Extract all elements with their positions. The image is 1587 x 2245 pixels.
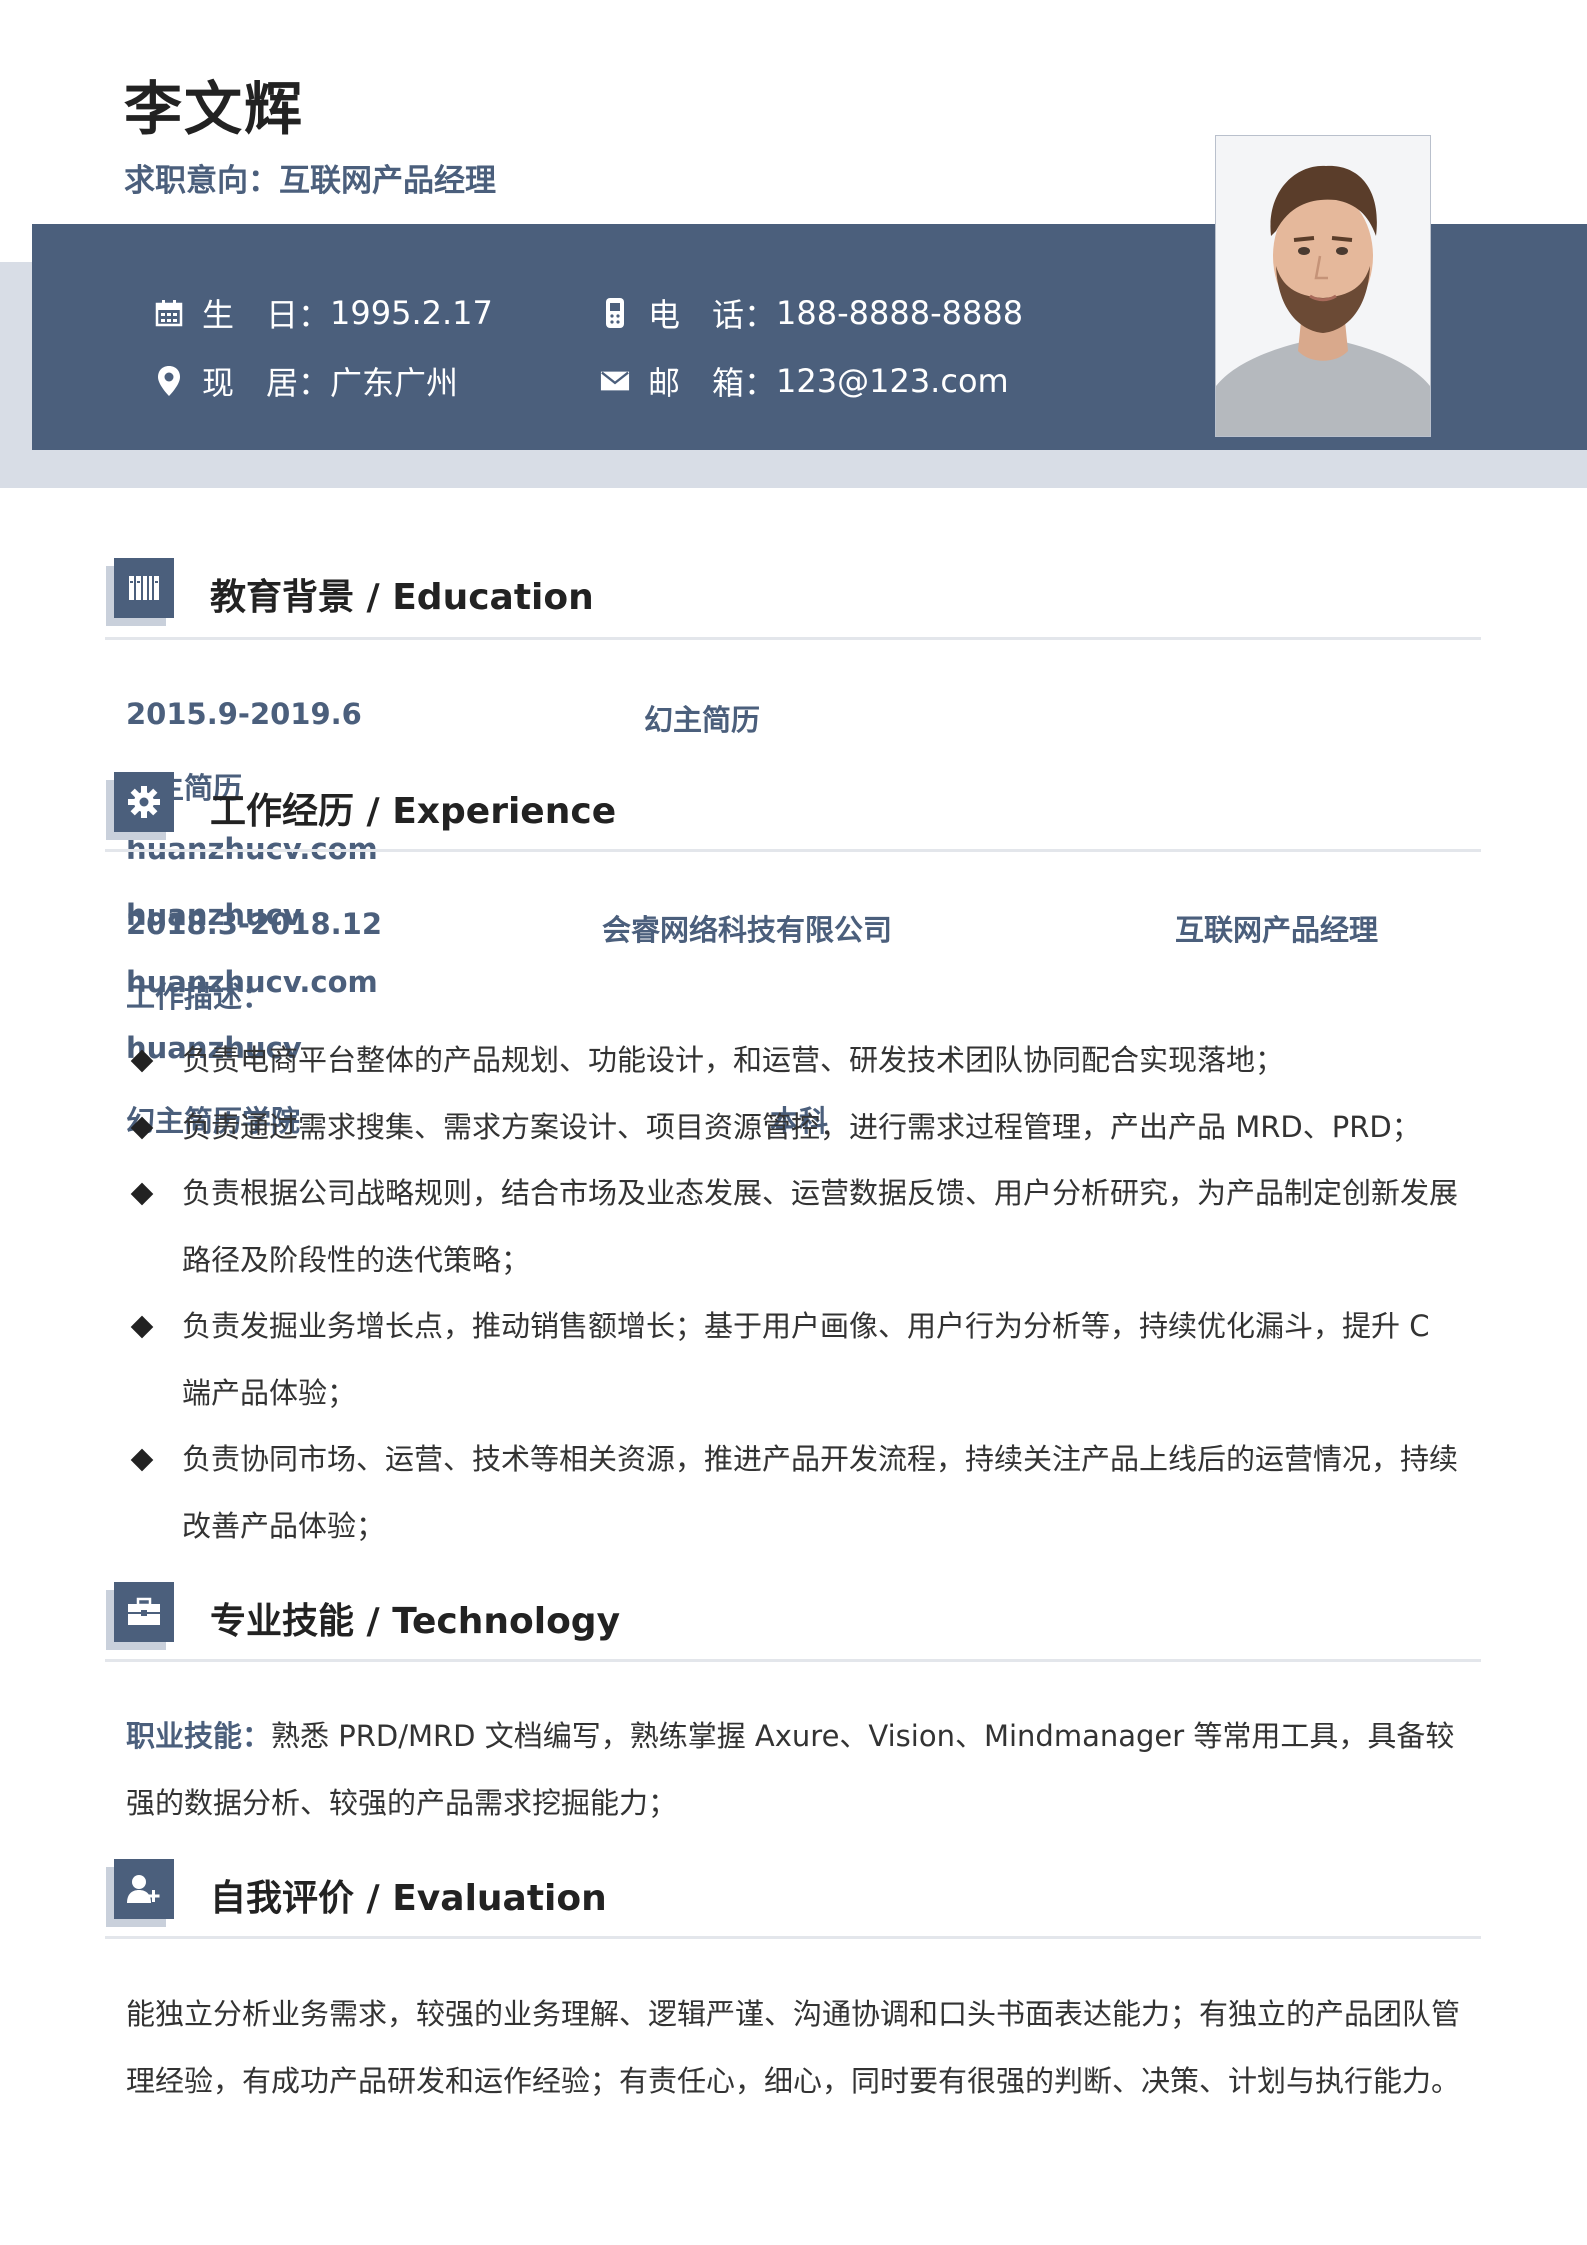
job-intent-value: 互联网产品经理 bbox=[279, 163, 496, 199]
calendar-icon bbox=[154, 298, 184, 328]
list-item: 负责协同市场、运营、技术等相关资源，推进产品开发流程，持续关注产品上线后的运营情… bbox=[124, 1426, 1464, 1560]
info-location: 现 居： 广东广州 bbox=[154, 358, 458, 404]
education-date: 2015.9-2019.6 bbox=[126, 697, 362, 731]
experience-divider bbox=[105, 849, 1481, 852]
info-birth: 生 日： 1995.2.17 bbox=[154, 290, 493, 336]
list-item: 负责根据公司战略规则，结合市场及业态发展、运营数据反馈、用户分析研究，为产品制定… bbox=[124, 1160, 1464, 1294]
user-plus-icon bbox=[114, 1859, 174, 1919]
briefcase-icon bbox=[114, 1582, 174, 1642]
education-divider bbox=[105, 637, 1481, 640]
diamond-bullet-icon bbox=[130, 1182, 154, 1206]
diamond-bullet-icon bbox=[130, 1448, 154, 1472]
skills-text: 熟悉 PRD/MRD 文档编写，熟练掌握 Axure、Vision、Mindma… bbox=[126, 1719, 1455, 1820]
birth-label: 生 日： bbox=[202, 296, 331, 334]
skills-divider bbox=[105, 1659, 1481, 1662]
bullet-text: 负责通过需求搜集、需求方案设计、项目资源管控，进行需求过程管理，产出产品 MRD… bbox=[182, 1110, 1421, 1144]
education-section-title: 教育背景 / Education bbox=[210, 577, 594, 618]
list-item: 负责发掘业务增长点，推动销售额增长；基于用户画像、用户行为分析等，持续优化漏斗，… bbox=[124, 1293, 1464, 1427]
bullet-text: 负责协同市场、运营、技术等相关资源，推进产品开发流程，持续关注产品上线后的运营情… bbox=[182, 1442, 1459, 1543]
info-phone: 电 话： 188-8888-8888 bbox=[600, 290, 1023, 336]
diamond-bullet-icon bbox=[130, 1049, 154, 1073]
experience-company: 会睿网络科技有限公司 bbox=[602, 913, 893, 947]
phone-label: 电 话： bbox=[648, 296, 777, 334]
experience-section-title: 工作经历 / Experience bbox=[210, 791, 617, 832]
bullet-text: 负责发掘业务增长点，推动销售额增长；基于用户画像、用户行为分析等，持续优化漏斗，… bbox=[182, 1309, 1430, 1410]
profile-photo bbox=[1215, 135, 1431, 437]
phone-value: 188-8888-8888 bbox=[776, 294, 1024, 332]
evaluation-divider bbox=[105, 1936, 1481, 1939]
info-email: 邮 箱： 123@123.com bbox=[600, 358, 1009, 404]
education-school: 幻主简历 bbox=[644, 703, 761, 737]
experience-position: 互联网产品经理 bbox=[1175, 913, 1379, 947]
books-icon bbox=[114, 558, 174, 618]
job-intent-label: 求职意向： bbox=[124, 163, 279, 199]
experience-desc-label: 工作描述： bbox=[126, 980, 272, 1014]
location-label: 现 居： bbox=[202, 364, 331, 402]
diamond-bullet-icon bbox=[130, 1315, 154, 1339]
birth-value: 1995.2.17 bbox=[330, 294, 493, 332]
job-intent: 求职意向：互联网产品经理 bbox=[124, 155, 496, 200]
evaluation-paragraph: 能独立分析业务需求，较强的业务理解、逻辑严谨、沟通协调和口头书面表达能力；有独立… bbox=[126, 1997, 1461, 2098]
email-label: 邮 箱： bbox=[648, 364, 777, 402]
location-value: 广东广州 bbox=[330, 364, 459, 402]
list-item: 负责电商平台整体的产品规划、功能设计，和运营、研发技术团队协同配合实现落地； bbox=[124, 1027, 1464, 1094]
gear-icon bbox=[114, 772, 174, 832]
skills-label: 职业技能： bbox=[126, 1719, 272, 1753]
location-pin-icon bbox=[154, 366, 184, 396]
experience-date: 2018.3-2018.12 bbox=[126, 907, 383, 941]
evaluation-section-title: 自我评价 / Evaluation bbox=[210, 1878, 607, 1919]
skills-section-title: 专业技能 / Technology bbox=[210, 1601, 621, 1642]
diamond-bullet-icon bbox=[130, 1116, 154, 1140]
email-value: 123@123.com bbox=[776, 362, 1009, 400]
bullet-text: 负责根据公司战略规则，结合市场及业态发展、运营数据反馈、用户分析研究，为产品制定… bbox=[182, 1176, 1459, 1277]
phone-icon bbox=[600, 298, 630, 328]
list-item: 负责通过需求搜集、需求方案设计、项目资源管控，进行需求过程管理，产出产品 MRD… bbox=[124, 1094, 1464, 1161]
bullet-text: 负责电商平台整体的产品规划、功能设计，和运营、研发技术团队协同配合实现落地； bbox=[182, 1043, 1285, 1077]
skills-paragraph: 职业技能：熟悉 PRD/MRD 文档编写，熟练掌握 Axure、Vision、M… bbox=[126, 1703, 1466, 1837]
envelope-icon bbox=[600, 366, 630, 396]
candidate-name: 李文辉 bbox=[124, 75, 305, 143]
